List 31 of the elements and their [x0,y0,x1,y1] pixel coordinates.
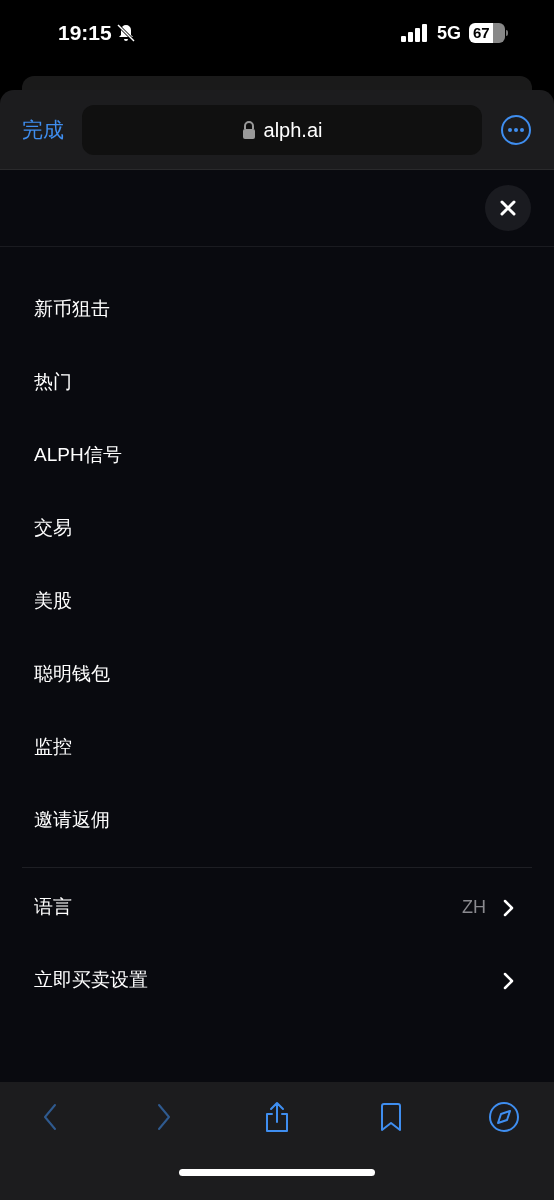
settings-row[interactable]: 立即买卖设置 [22,944,532,1017]
menu-item[interactable]: 邀请返佣 [22,784,532,857]
address-bar[interactable]: alph.ai [82,104,482,155]
menu-item[interactable]: 聪明钱包 [22,638,532,711]
more-icon [500,113,532,146]
menu-item[interactable]: 监控 [22,711,532,784]
menu-item[interactable]: 交易 [22,492,532,565]
lock-icon [241,120,256,139]
done-button[interactable]: 完成 [22,113,64,146]
settings-label: 立即买卖设置 [34,968,149,993]
menu-item[interactable]: 美股 [22,565,532,638]
menu-item[interactable]: 热门 [22,346,532,419]
settings-row[interactable]: 语言 ZH [22,871,532,944]
more-button[interactable] [500,113,532,146]
bell-slash-icon [115,23,136,43]
close-button[interactable] [485,185,531,231]
signal-icon [401,24,429,42]
menu-item[interactable]: ALPH信号 [22,419,532,492]
network-label: 5G [437,21,461,45]
settings-label: 语言 [34,895,73,920]
settings-value: ZH [462,896,486,919]
url-text: alph.ai [263,117,323,143]
clock-time: 19:15 [58,20,112,47]
chevron-right-icon [502,970,514,991]
menu-item[interactable]: 新币狙击 [22,273,532,346]
battery-indicator: 67 [469,23,508,43]
share-icon [263,1100,291,1134]
chevron-left-icon [41,1102,59,1132]
close-icon [500,200,516,216]
chevron-right-icon [502,897,514,918]
compass-icon [488,1101,520,1133]
